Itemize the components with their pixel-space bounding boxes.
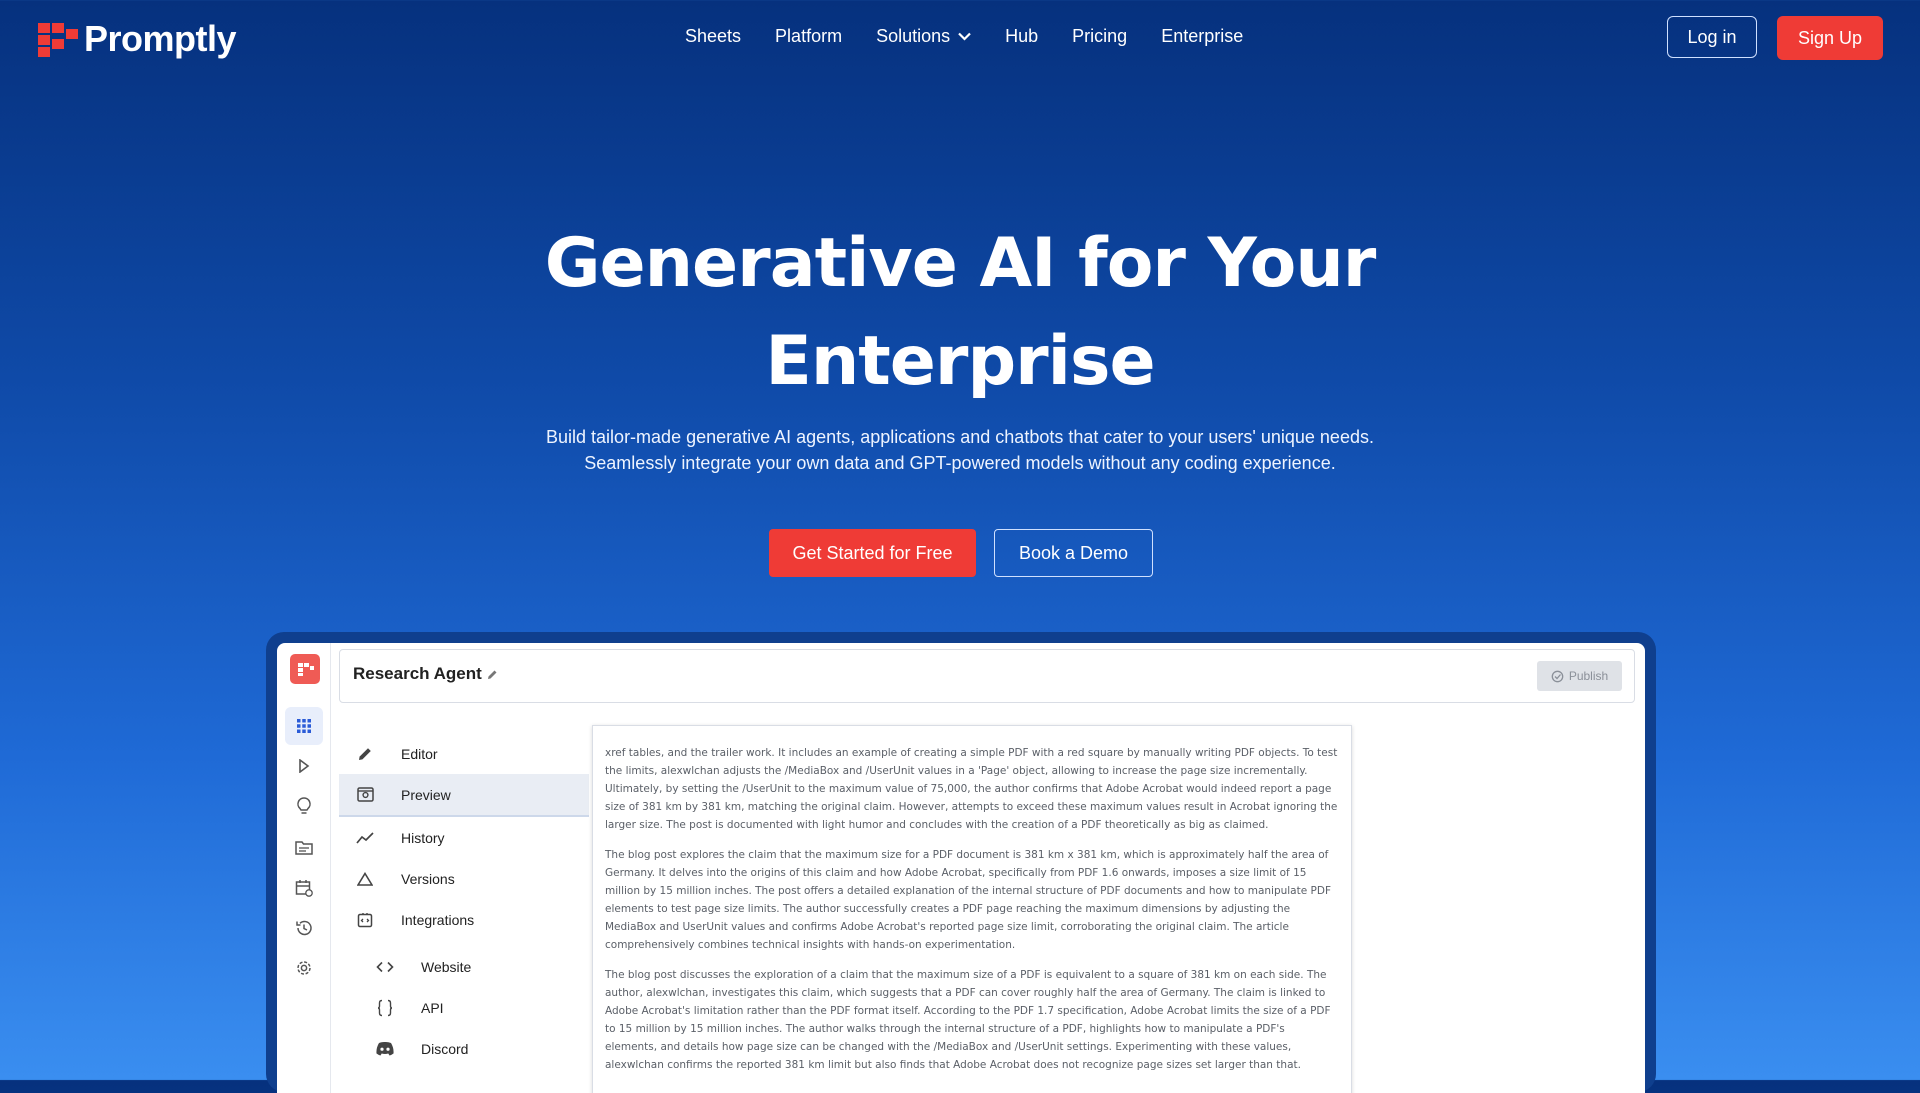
nav-link-sheets[interactable]: Sheets [685,26,741,47]
brand-logo[interactable]: Promptly [38,18,237,60]
chart-line-icon [353,826,377,850]
hero-title: Generative AI for Your Enterprise [460,215,1460,411]
play-icon[interactable] [285,747,323,785]
document-paragraph: The blog post explores the claim that th… [605,849,1331,951]
menu-item-label: Editor [401,745,438,762]
nav-links: Sheets Platform Solutions Hub Pricing En… [685,26,1277,47]
document-paragraph: xref tables, and the trailer work. It in… [605,747,1338,831]
submenu-item-website[interactable]: Website [339,946,589,987]
hero-subtitle: Build tailor-made generative AI agents, … [460,424,1460,476]
publish-button[interactable]: Publish [1537,661,1622,691]
hero-subtitle-line-2: Seamlessly integrate your own data and G… [584,453,1336,473]
hero-subtitle-line-1: Build tailor-made generative AI agents, … [546,427,1374,447]
app-topbar: Research Agent Publish [339,649,1635,703]
document-paragraph: The blog post discusses the exploration … [605,969,1331,1071]
nav-link-platform[interactable]: Platform [775,26,842,47]
braces-icon [373,996,397,1020]
menu-item-versions[interactable]: Versions [339,858,589,899]
menu-item-label: History [401,829,445,846]
menu-item-label: Versions [401,870,455,887]
integrations-icon [353,908,377,932]
nav-link-pricing[interactable]: Pricing [1072,26,1127,47]
publish-icon [1551,670,1564,682]
gear-icon[interactable] [285,949,323,987]
top-nav: Promptly Sheets Platform Solutions Hub P… [0,0,1920,78]
submenu-item-label: Discord [421,1040,469,1057]
lightbulb-icon[interactable] [285,787,323,825]
menu-item-integrations[interactable]: Integrations [339,899,589,940]
calendar-icon[interactable] [285,869,323,907]
submenu-item-label: API [421,999,444,1016]
hero-title-line-1: Generative AI for Your [544,224,1377,303]
apps-grid-icon[interactable] [285,707,323,745]
menu-item-editor[interactable]: Editor [339,733,589,774]
get-started-button[interactable]: Get Started for Free [769,529,976,577]
menu-item-label: Integrations [401,911,475,928]
code-icon [373,955,397,979]
menu-item-label: Preview [401,786,451,803]
book-demo-button[interactable]: Book a Demo [994,529,1153,577]
app-title[interactable]: Research Agent [353,664,498,684]
app-logo-icon[interactable] [290,654,320,684]
hero-title-line-2: Enterprise [765,322,1155,401]
icon-rail [277,643,331,1093]
login-button[interactable]: Log in [1667,16,1757,58]
edit-pencil-icon[interactable] [487,669,498,680]
pencil-icon [353,742,377,766]
nav-link-enterprise[interactable]: Enterprise [1161,26,1243,47]
discord-icon [373,1037,397,1061]
brand-name: Promptly [84,18,237,59]
nav-link-solutions[interactable]: Solutions [876,26,971,47]
submenu-item-discord[interactable]: Discord [339,1028,589,1069]
publish-label: Publish [1568,669,1609,683]
nav-link-solutions-label: Solutions [876,26,951,46]
menu-item-preview[interactable]: Preview [339,774,589,817]
app-title-text: Research Agent [353,664,482,683]
preview-document[interactable]: xref tables, and the trailer work. It in… [592,725,1352,1093]
nav-link-hub[interactable]: Hub [1005,26,1038,47]
folder-icon[interactable] [285,828,323,866]
signup-button[interactable]: Sign Up [1777,16,1883,60]
triangle-icon [353,867,377,891]
submenu-item-label: Website [421,958,472,975]
preview-icon [353,783,377,807]
chevron-down-icon [958,32,971,41]
app-menu: Editor Preview History Versions Integrat… [339,733,589,1069]
submenu-item-api[interactable]: API [339,987,589,1028]
app-preview: Research Agent Publish Editor Preview Hi… [277,643,1645,1093]
promptly-logo-icon [38,21,78,57]
menu-item-history[interactable]: History [339,817,589,858]
history-icon[interactable] [285,909,323,947]
